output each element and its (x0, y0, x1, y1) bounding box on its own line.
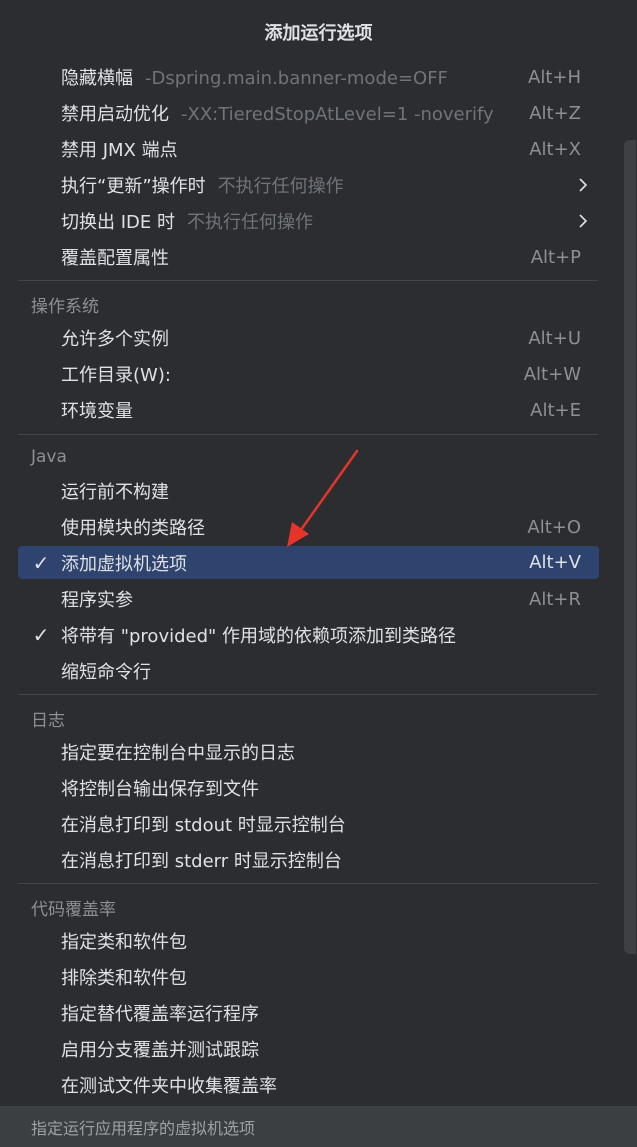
shortcut-label: Alt+X (529, 138, 581, 160)
scrollbar-thumb[interactable] (624, 140, 636, 954)
menu-item-disable-startup-optimization[interactable]: 禁用启动优化 -XX:TieredStopAtLevel=1 -noverify … (18, 97, 599, 129)
menu-item-label: 使用模块的类路径 (61, 518, 205, 539)
menu-item-override-properties[interactable]: 覆盖配置属性 Alt+P (18, 241, 599, 273)
section-header-os: 操作系统 (31, 296, 99, 317)
menu-item-label: 指定替代覆盖率运行程序 (61, 1004, 259, 1025)
popup-title: 添加运行选项 (264, 23, 373, 44)
menu-item-hint: -XX:TieredStopAtLevel=1 -noverify (181, 104, 494, 125)
menu-item-hide-banner[interactable]: 隐藏横幅 -Dspring.main.banner-mode=OFF Alt+H (18, 61, 599, 93)
menu-item-label: 切换出 IDE 时 (61, 212, 175, 233)
shortcut-label: Alt+U (528, 327, 581, 349)
menu-item-label: 允许多个实例 (61, 329, 169, 350)
shortcut-label: Alt+O (527, 516, 581, 538)
menu-item-alternative-coverage-runner[interactable]: 指定替代覆盖率运行程序 (18, 997, 599, 1029)
menu-item-do-not-build[interactable]: 运行前不构建 (18, 475, 599, 507)
menu-item-label: 在消息打印到 stdout 时显示控制台 (61, 815, 346, 836)
menu-item-exclude-classes-packages[interactable]: 排除类和软件包 (18, 961, 599, 993)
menu-item-hint: 不执行任何操作 (217, 176, 344, 197)
menu-item-coverage-test-folders[interactable]: 在测试文件夹中收集覆盖率 (18, 1069, 599, 1101)
menu-item-hint: -Dspring.main.banner-mode=OFF (145, 68, 448, 89)
shortcut-label: Alt+V (529, 552, 581, 573)
shortcut-label: Alt+W (523, 363, 581, 385)
menu-item-label: 排除类和软件包 (61, 968, 187, 989)
menu-item-include-provided-scope[interactable]: ✓ 将带有 "provided" 作用域的依赖项添加到类路径 (18, 619, 599, 651)
menu-item-label: 执行“更新”操作时 (61, 176, 206, 197)
menu-item-label: 程序实参 (61, 590, 133, 611)
menu-item-label: 指定要在控制台中显示的日志 (61, 743, 295, 764)
menu-item-label: 工作目录(W): (61, 365, 171, 386)
footer-hint-text: 指定运行应用程序的虚拟机选项 (31, 1118, 256, 1138)
menu-item-environment-variables[interactable]: 环境变量 Alt+E (18, 394, 599, 426)
menu-item-label: 将控制台输出保存到文件 (61, 779, 259, 800)
checkmark-icon: ✓ (32, 623, 50, 647)
menu-item-program-arguments[interactable]: 程序实参 Alt+R (18, 583, 599, 615)
shortcut-label: Alt+Z (529, 102, 581, 124)
section-header-java: Java (31, 447, 67, 467)
checkmark-icon: ✓ (32, 550, 50, 575)
menu-item-disable-jmx[interactable]: 禁用 JMX 端点 Alt+X (18, 133, 599, 165)
menu-item-allow-multiple-instances[interactable]: 允许多个实例 Alt+U (18, 322, 599, 354)
divider (18, 694, 598, 695)
divider (18, 883, 598, 884)
divider (18, 280, 598, 281)
chevron-right-icon (579, 178, 588, 192)
menu-item-logs-to-show[interactable]: 指定要在控制台中显示的日志 (18, 736, 599, 768)
menu-item-on-update-action[interactable]: 执行“更新”操作时 不执行任何操作 (18, 169, 599, 201)
menu-item-label: 隐藏横幅 (61, 68, 133, 89)
menu-item-add-vm-options[interactable]: ✓ 添加虚拟机选项 Alt+V (18, 546, 599, 579)
menu-item-specify-classes-packages[interactable]: 指定类和软件包 (18, 925, 599, 957)
menu-item-label: 在测试文件夹中收集覆盖率 (61, 1076, 277, 1097)
menu-item-label: 环境变量 (61, 401, 133, 422)
menu-item-label: 缩短命令行 (61, 662, 151, 683)
menu-item-label: 禁用 JMX 端点 (61, 140, 178, 161)
chevron-right-icon (579, 214, 588, 228)
section-header-logs: 日志 (31, 710, 65, 731)
menu-item-on-frame-deactivation[interactable]: 切换出 IDE 时不执行任何操作 (18, 205, 599, 237)
shortcut-label: Alt+R (529, 588, 581, 610)
menu-item-hint: 不执行任何操作 (187, 212, 313, 233)
menu-item-label: 覆盖配置属性 (61, 248, 169, 269)
shortcut-label: Alt+H (528, 66, 581, 88)
divider (18, 434, 598, 435)
section-header-coverage: 代码覆盖率 (31, 899, 116, 920)
menu-item-use-module-classpath[interactable]: 使用模块的类路径 Alt+O (18, 511, 599, 543)
menu-item-label: 将带有 "provided" 作用域的依赖项添加到类路径 (61, 626, 457, 647)
shortcut-label: Alt+E (530, 399, 581, 421)
status-footer: 指定运行应用程序的虚拟机选项 (0, 1106, 637, 1147)
menu-item-show-console-on-stderr[interactable]: 在消息打印到 stderr 时显示控制台 (18, 844, 599, 876)
menu-item-working-directory[interactable]: 工作目录(W): Alt+W (18, 358, 599, 390)
menu-item-save-console-output[interactable]: 将控制台输出保存到文件 (18, 772, 599, 804)
menu-item-shorten-command-line[interactable]: 缩短命令行 (18, 655, 599, 687)
shortcut-label: Alt+P (530, 246, 581, 268)
menu-item-label: 在消息打印到 stderr 时显示控制台 (61, 851, 342, 872)
menu-item-label: 添加虚拟机选项 (61, 553, 187, 575)
menu-item-label: 禁用启动优化 (61, 104, 169, 125)
menu-item-show-console-on-stdout[interactable]: 在消息打印到 stdout 时显示控制台 (18, 808, 599, 840)
menu-item-label: 启用分支覆盖并测试跟踪 (61, 1040, 259, 1061)
menu-item-branch-coverage[interactable]: 启用分支覆盖并测试跟踪 (18, 1033, 599, 1065)
add-run-options-popup: 添加运行选项 隐藏横幅 -Dspring.main.banner-mode=OFF… (0, 0, 637, 1147)
menu-item-label: 运行前不构建 (61, 482, 169, 503)
menu-item-label: 指定类和软件包 (61, 932, 187, 953)
